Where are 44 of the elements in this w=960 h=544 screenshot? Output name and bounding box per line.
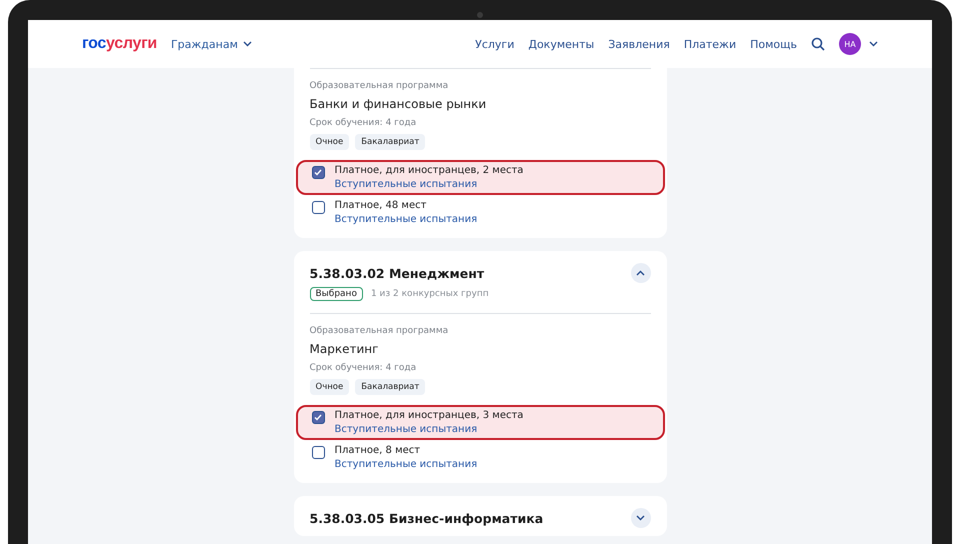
chevron-down-icon	[636, 515, 645, 521]
tag: Очное	[310, 379, 350, 395]
search-icon[interactable]	[811, 37, 825, 51]
program-label: Образовательная программа	[310, 326, 450, 336]
program-label: Образовательная программа	[310, 81, 450, 91]
check-icon	[314, 169, 322, 176]
option-label: Платное, 8 мест	[334, 445, 422, 456]
chevron-up-icon	[636, 270, 645, 276]
nav-link[interactable]: Помощь	[750, 38, 797, 50]
study-duration: Срок обучения: 4 года	[310, 118, 418, 128]
expand-button[interactable]	[630, 508, 650, 528]
check-icon	[314, 414, 322, 421]
course-title: 5.38.03.02 Менеджмент	[310, 266, 484, 280]
checkbox[interactable]	[312, 446, 324, 459]
course-title: 5.38.03.05 Бизнес-информатика	[310, 510, 544, 526]
option-label: Платное, 48 мест	[334, 200, 428, 211]
nav-link[interactable]: Документы	[528, 38, 594, 50]
option-label: Платное, для иностранцев, 2 места	[334, 165, 524, 176]
checkbox[interactable]	[312, 166, 324, 179]
chevron-down-icon	[869, 41, 878, 47]
collapse-button[interactable]	[630, 263, 650, 283]
audience-dropdown[interactable]: Гражданам	[170, 38, 252, 50]
nav-link[interactable]: Заявления	[608, 38, 670, 50]
nav-link[interactable]: Платежи	[684, 38, 736, 50]
logo[interactable]: госуслуги	[82, 35, 157, 53]
group-count: 1 из 2 конкурсных групп	[370, 289, 489, 299]
exams-link[interactable]: Вступительные испытания	[334, 459, 478, 470]
program-name: Маркетинг	[310, 342, 380, 356]
tag: Бакалавриат	[355, 379, 426, 395]
exams-link[interactable]: Вступительные испытания	[334, 214, 478, 225]
status-badge: Выбрано	[310, 287, 363, 301]
exams-link[interactable]: Вступительные испытания	[334, 179, 524, 190]
checkbox[interactable]	[312, 201, 324, 214]
exams-link[interactable]: Вступительные испытания	[334, 424, 524, 435]
checkbox[interactable]	[312, 411, 324, 424]
tag: Бакалавриат	[355, 134, 426, 150]
option-label: Платное, для иностранцев, 3 места	[334, 410, 524, 421]
chevron-down-icon	[242, 41, 252, 47]
nav-link[interactable]: Услуги	[475, 38, 514, 50]
tag: Очное	[310, 134, 350, 150]
program-name: Банки и финансовые рынки	[310, 97, 488, 111]
study-duration: Срок обучения: 4 года	[310, 363, 418, 373]
camera-icon	[477, 12, 483, 18]
avatar[interactable]: НА	[839, 33, 861, 55]
